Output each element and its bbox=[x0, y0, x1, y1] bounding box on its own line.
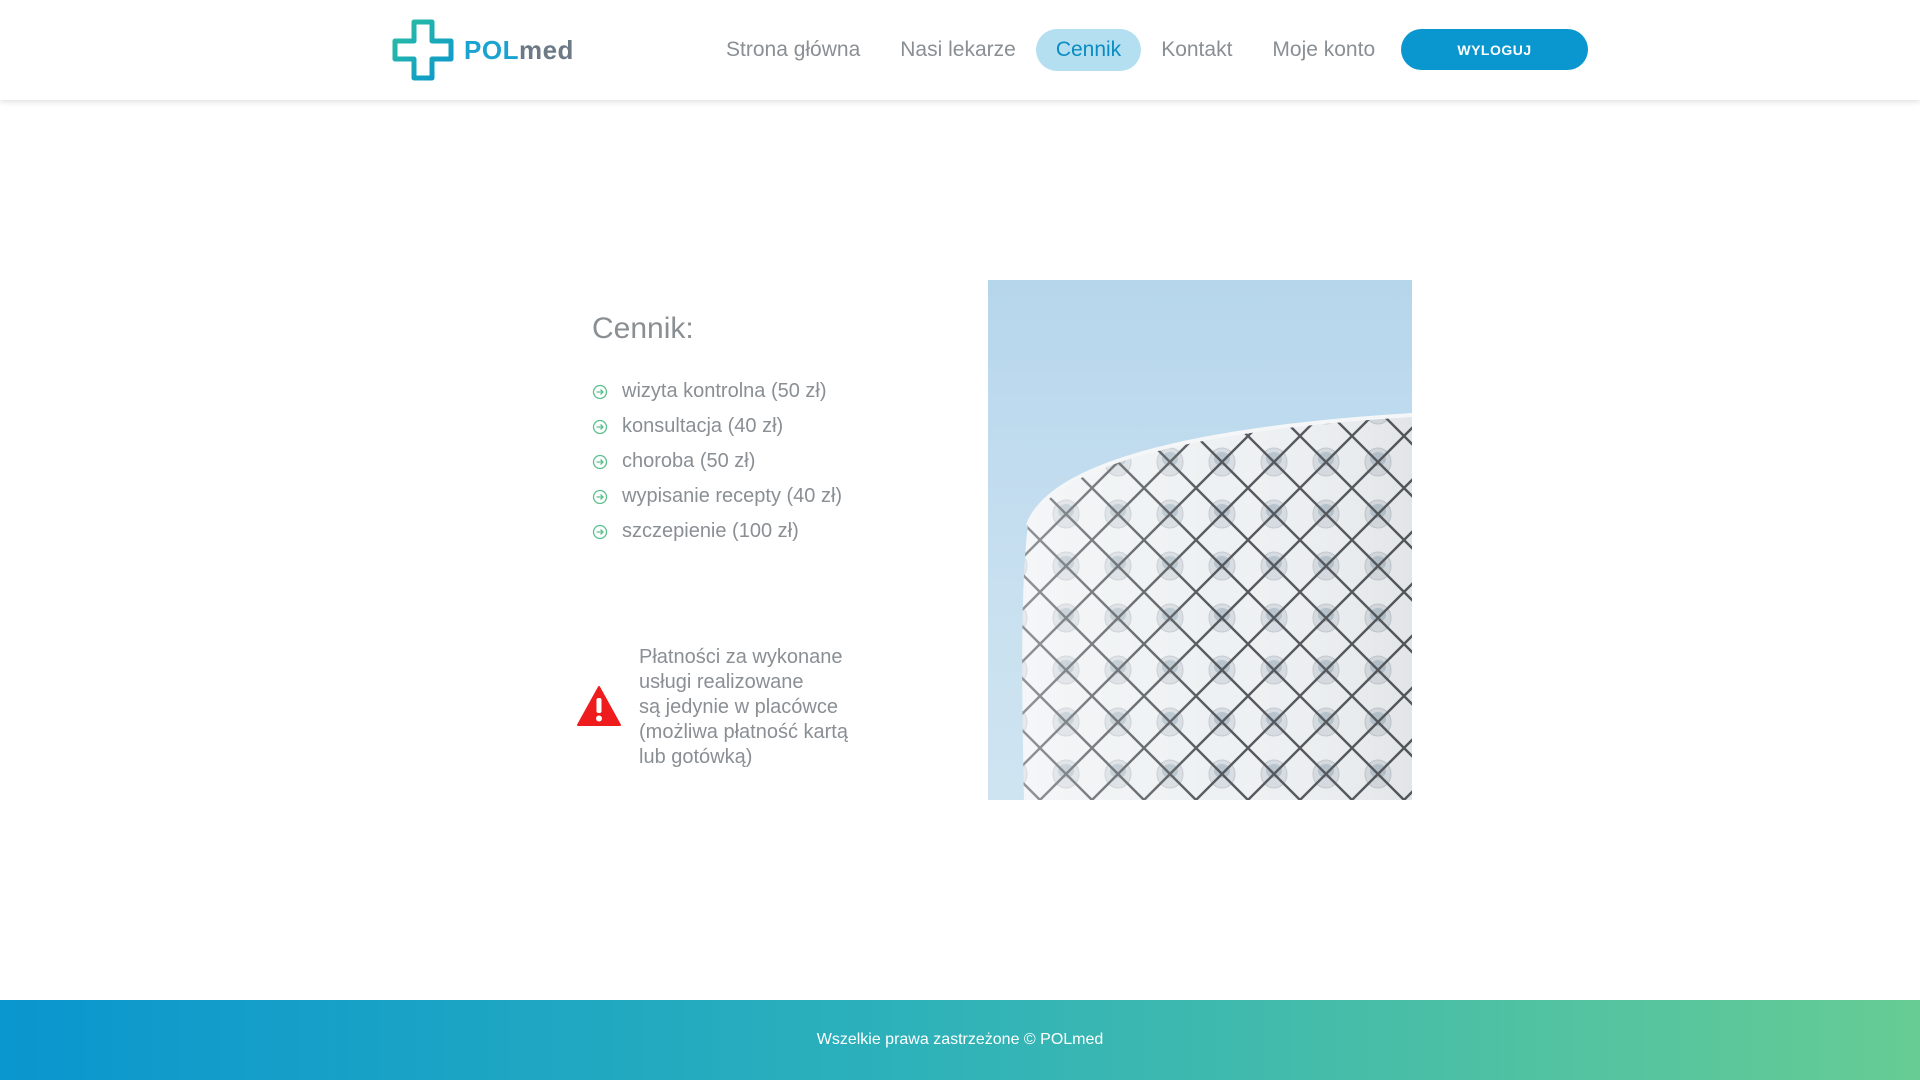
arrow-circle-right-icon bbox=[592, 384, 608, 399]
notice-line: (możliwa płatność kartą bbox=[639, 721, 848, 743]
arrow-circle-right-icon bbox=[592, 419, 608, 434]
notice-line: są jedynie w placówce bbox=[639, 696, 838, 718]
arrow-circle-right-icon bbox=[592, 524, 608, 539]
arrow-circle-right-icon bbox=[592, 489, 608, 504]
page-title: Cennik: bbox=[592, 312, 694, 345]
arrow-circle-right-icon bbox=[592, 454, 608, 469]
list-item: choroba (50 zł) bbox=[592, 444, 842, 479]
price-item-label: choroba (50 zł) bbox=[622, 450, 756, 472]
nav-strona-glowna[interactable]: Strona główna bbox=[706, 29, 880, 71]
price-item-label: wypisanie recepty (40 zł) bbox=[622, 485, 843, 507]
payment-notice-text: Płatności za wykonane usługi realizowane… bbox=[639, 645, 879, 770]
notice-line: Płatności za wykonane bbox=[639, 646, 843, 668]
nav-kontakt[interactable]: Kontakt bbox=[1141, 29, 1252, 71]
price-item-label: wizyta kontrolna (50 zł) bbox=[622, 380, 827, 402]
main-nav: Strona główna Nasi lekarze Cennik Kontak… bbox=[706, 29, 1395, 71]
list-item: wypisanie recepty (40 zł) bbox=[592, 479, 842, 514]
site-footer: Wszelkie prawa zastrzeżone © POLmed bbox=[0, 1000, 1920, 1080]
price-item-label: konsultacja (40 zł) bbox=[622, 415, 784, 437]
list-item: szczepienie (100 zł) bbox=[592, 514, 842, 549]
medical-cross-icon bbox=[392, 19, 454, 81]
building-illustration bbox=[1022, 413, 1412, 800]
site-header: POLmed Strona główna Nasi lekarze Cennik… bbox=[0, 0, 1920, 100]
price-item-label: szczepienie (100 zł) bbox=[622, 520, 799, 542]
list-item: wizyta kontrolna (50 zł) bbox=[592, 374, 842, 409]
copyright-text: Wszelkie prawa zastrzeżone © POLmed bbox=[816, 1031, 1104, 1048]
notice-line: lub gotówką) bbox=[639, 746, 753, 768]
nav-cennik[interactable]: Cennik bbox=[1035, 29, 1142, 71]
price-list: wizyta kontrolna (50 zł) konsultacja (40… bbox=[592, 374, 842, 549]
nav-moje-konto[interactable]: Moje konto bbox=[1252, 29, 1395, 71]
list-item: konsultacja (40 zł) bbox=[592, 409, 842, 444]
nav-nasi-lekarze[interactable]: Nasi lekarze bbox=[880, 29, 1036, 71]
logout-button[interactable]: WYLOGUJ bbox=[1401, 29, 1588, 70]
building-facade-photo bbox=[988, 280, 1412, 800]
polmed-logo[interactable]: POLmed bbox=[392, 19, 574, 81]
notice-line: usługi realizowane bbox=[639, 671, 804, 693]
logo-text: POLmed bbox=[464, 34, 574, 65]
warning-triangle-icon bbox=[577, 686, 621, 726]
